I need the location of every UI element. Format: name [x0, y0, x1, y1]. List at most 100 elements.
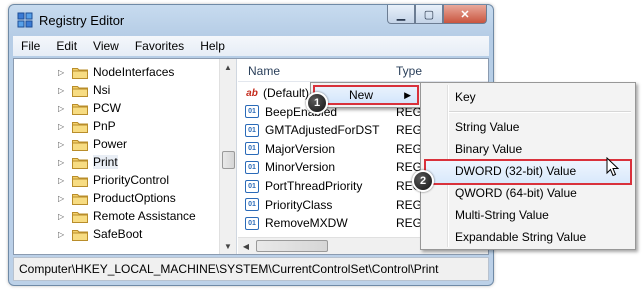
menu-edit[interactable]: Edit	[48, 39, 85, 53]
step-badge-1: 1	[306, 92, 328, 114]
tree-node-label: Print	[93, 155, 118, 169]
value-name: PortThreadPriority	[265, 179, 363, 193]
status-bar: Computer\HKEY_LOCAL_MACHINE\SYSTEM\Curre…	[13, 257, 489, 281]
tree-node[interactable]: ▷ PCW	[58, 99, 121, 117]
submenu-arrow-icon: ▶	[404, 89, 411, 100]
expand-arrow-icon[interactable]: ▷	[58, 86, 67, 95]
submenu-item-binary-value[interactable]: Binary Value	[455, 142, 522, 156]
folder-icon	[72, 228, 88, 241]
binary-value-icon: 01	[245, 160, 259, 174]
tree-node[interactable]: ▷ Remote Assistance	[58, 207, 196, 225]
maximize-button[interactable]: ▢	[415, 5, 443, 24]
tree-node-label: Nsi	[93, 83, 111, 97]
value-name: MajorVersion	[265, 141, 336, 156]
tree-vertical-scrollbar[interactable]: ▲ ▼	[219, 59, 236, 254]
column-header-type[interactable]: Type	[396, 64, 422, 78]
expand-arrow-icon[interactable]: ▷	[58, 68, 67, 77]
tree-node[interactable]: ▷ PnP	[58, 117, 116, 135]
expand-arrow-icon[interactable]: ▷	[58, 140, 67, 149]
list-header: Name Type	[238, 59, 488, 82]
tree-node-label: PriorityControl	[93, 173, 170, 187]
expand-arrow-icon[interactable]: ▷	[58, 230, 67, 239]
value-name: PriorityClass	[265, 197, 333, 212]
menu-bar: File Edit View Favorites Help	[13, 36, 489, 56]
binary-value-icon: 01	[245, 105, 259, 119]
value-row[interactable]: 01 GMTAdjustedForDST REG_	[244, 121, 429, 139]
scroll-up-icon[interactable]: ▲	[220, 59, 236, 75]
binary-value-icon: 01	[245, 216, 259, 230]
menu-file[interactable]: File	[13, 39, 48, 53]
menu-help[interactable]: Help	[192, 39, 233, 53]
expand-arrow-icon[interactable]: ▷	[58, 122, 67, 131]
tree-node-label: PnP	[93, 119, 116, 133]
column-header-name[interactable]: Name	[248, 64, 280, 78]
value-row[interactable]: 01 PriorityClass REG_	[244, 196, 429, 214]
new-submenu: Key String Value Binary Value DWORD (32-…	[420, 82, 636, 250]
value-name: (Default)	[263, 86, 310, 100]
expand-arrow-icon[interactable]: ▷	[58, 104, 67, 113]
value-row[interactable]: 01 MajorVersion REG_	[244, 140, 429, 158]
value-row[interactable]: 01 RemoveMXDW REG_	[244, 214, 429, 232]
window-title: Registry Editor	[39, 13, 125, 28]
submenu-item-string-value[interactable]: String Value	[455, 120, 519, 134]
binary-value-icon: 01	[245, 123, 259, 137]
tree-node[interactable]: ▷ ProductOptions	[58, 189, 176, 207]
folder-icon	[72, 138, 88, 151]
expand-arrow-icon[interactable]: ▷	[58, 212, 67, 221]
context-menu-item-new[interactable]: New ▶	[313, 85, 419, 105]
submenu-separator	[449, 111, 631, 113]
value-row[interactable]: ab(Default)REG_	[244, 84, 429, 102]
folder-icon	[72, 66, 88, 79]
submenu-item-dword-value[interactable]: DWORD (32-bit) Value	[455, 164, 576, 178]
key-tree-pane: ▷ NodeInterfaces ▷ Nsi ▷ PCW ▷ PnP ▷ Power ▷ Print ▷…	[14, 59, 237, 254]
horizontal-scroll-thumb[interactable]	[256, 240, 328, 252]
submenu-item-qword-value[interactable]: QWORD (64-bit) Value	[455, 186, 577, 200]
value-row[interactable]: 01PortThreadPriorityREG_	[244, 177, 429, 195]
tree-node-label: Power	[93, 137, 128, 151]
value-name: RemoveMXDW	[265, 216, 348, 231]
tree-node[interactable]: ▷ NodeInterfaces	[58, 63, 174, 81]
binary-value-icon: 01	[245, 198, 259, 212]
tree-node[interactable]: ▷ PriorityControl	[58, 171, 169, 189]
scroll-down-icon[interactable]: ▼	[220, 238, 236, 254]
menu-favorites[interactable]: Favorites	[127, 39, 192, 53]
close-icon: ✕	[460, 8, 470, 21]
expand-arrow-icon[interactable]: ▷	[58, 176, 67, 185]
minimize-icon: ▁	[396, 8, 406, 21]
context-menu-item-label: New	[349, 88, 374, 102]
status-path: Computer\HKEY_LOCAL_MACHINE\SYSTEM\Curre…	[19, 262, 439, 276]
scroll-left-icon[interactable]: ◀	[238, 238, 254, 254]
folder-icon	[72, 210, 88, 223]
mouse-cursor-icon	[606, 157, 620, 177]
tree-node-label: ProductOptions	[93, 191, 176, 205]
tree-node[interactable]: ▷ Print	[58, 153, 118, 171]
tree-node-label: Remote Assistance	[93, 209, 196, 223]
folder-icon	[72, 192, 88, 205]
folder-icon	[72, 120, 88, 133]
value-row[interactable]: 01 MinorVersion REG_	[244, 158, 429, 176]
submenu-item-expandable-string-value[interactable]: Expandable String Value	[455, 230, 586, 244]
title-bar[interactable]: Registry Editor ▁ ▢ ✕	[9, 5, 493, 35]
binary-value-icon: 01	[245, 142, 259, 156]
expand-arrow-icon[interactable]: ▷	[58, 158, 67, 167]
menu-view[interactable]: View	[85, 39, 127, 53]
tree-node-label: NodeInterfaces	[93, 65, 175, 79]
value-name: MinorVersion	[265, 160, 336, 175]
step-badge-2: 2	[412, 170, 434, 192]
submenu-item-key[interactable]: Key	[455, 90, 476, 104]
tree-node[interactable]: ▷ Nsi	[58, 81, 110, 99]
folder-icon	[72, 174, 88, 187]
tree-node-label: SafeBoot	[93, 227, 143, 241]
value-name: GMTAdjustedForDST	[265, 123, 380, 138]
close-button[interactable]: ✕	[443, 5, 487, 24]
expand-arrow-icon[interactable]: ▷	[58, 194, 67, 203]
tree-node[interactable]: ▷ SafeBoot	[58, 225, 142, 243]
binary-value-icon: 01	[245, 179, 259, 193]
scroll-thumb[interactable]	[222, 151, 235, 169]
tree-node-label: PCW	[93, 101, 121, 115]
registry-editor-icon	[17, 12, 33, 28]
folder-icon	[72, 102, 88, 115]
submenu-item-multi-string-value[interactable]: Multi-String Value	[455, 208, 549, 222]
minimize-button[interactable]: ▁	[387, 5, 415, 24]
tree-node[interactable]: ▷ Power	[58, 135, 127, 153]
